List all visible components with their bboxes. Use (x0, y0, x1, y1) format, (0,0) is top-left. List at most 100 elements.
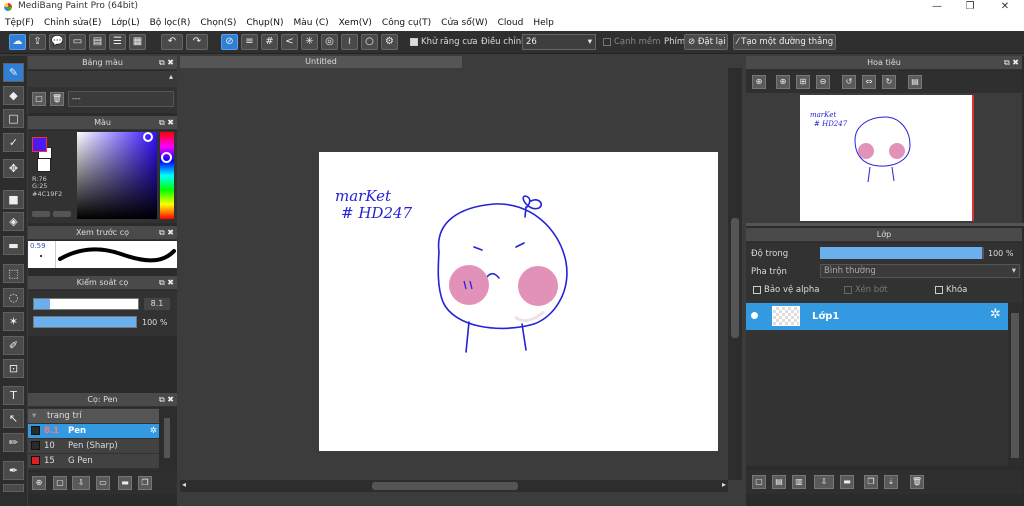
snap-perspective-icon[interactable]: < (281, 34, 298, 50)
drawing-canvas[interactable]: marKet # HD247 (319, 152, 718, 451)
reset-button[interactable]: ⊘ Đặt lại (684, 34, 728, 50)
panel-controls-icon[interactable]: ⧉ ✖ (159, 56, 174, 70)
protect-alpha-checkbox[interactable] (753, 285, 761, 294)
comment-icon[interactable]: ▭ (69, 34, 86, 50)
brush-edit-icon[interactable]: ▭ (96, 476, 110, 490)
menu-capture[interactable]: Chụp(N) (241, 18, 288, 28)
panel-controls-icon[interactable]: ⧉ ✖ (159, 393, 174, 407)
color-mode-button[interactable] (32, 211, 50, 217)
duplicate-layer-icon[interactable]: ❐ (864, 475, 878, 489)
add-brush-icon[interactable]: ⊕ (32, 476, 46, 490)
snap-grid-icon[interactable]: # (261, 34, 278, 50)
scroll-left-icon[interactable]: ◂ (182, 480, 186, 489)
rotate-left-icon[interactable]: ↺ (842, 75, 856, 89)
reset-view-icon[interactable]: ▤ (908, 75, 922, 89)
menu-cloud[interactable]: Cloud (493, 18, 529, 28)
delete-palette-icon[interactable]: 🗑 (50, 92, 64, 106)
visibility-icon[interactable] (751, 312, 758, 319)
zoom-in-icon[interactable]: ⊕ (752, 75, 766, 89)
snap-ellipse-icon[interactable]: ○ (361, 34, 378, 50)
brush-opacity-slider[interactable] (33, 316, 137, 328)
grid-icon[interactable]: ▦ (129, 34, 146, 50)
snap-curve-icon[interactable]: ≀ (341, 34, 358, 50)
color-swap-button[interactable] (53, 211, 71, 217)
menu-tools[interactable]: Công cụ(T) (377, 18, 436, 28)
chat-icon[interactable]: 💬 (49, 34, 66, 50)
vertical-scrollbar[interactable] (728, 68, 742, 480)
brush-tool-icon[interactable]: ✎ (3, 63, 24, 82)
operation-tool-icon[interactable]: ↖ (3, 409, 24, 428)
zoom-plus-icon[interactable]: ⊕ (776, 75, 790, 89)
layer-row[interactable]: Lớp1 ✲ (746, 303, 1008, 330)
menu-layer[interactable]: Lớp(L) (106, 18, 144, 28)
flip-icon[interactable]: ⇔ (862, 75, 876, 89)
vertical-scroll-thumb[interactable] (731, 218, 739, 338)
minimize-icon[interactable]: — (922, 0, 952, 14)
page-icon[interactable]: ▤ (89, 34, 106, 50)
move-tool-icon[interactable]: ✥ (3, 159, 24, 178)
fill-tool-icon[interactable]: ◈ (3, 212, 24, 231)
panel-controls-icon[interactable]: ⧉ ✖ (159, 116, 174, 130)
layer-folder-icon[interactable]: ▬ (840, 475, 854, 489)
new-palette-icon[interactable]: ▢ (32, 92, 46, 106)
select-brush-icon[interactable]: ✓ (3, 133, 24, 152)
selection-rect-icon[interactable]: ⬚ (3, 264, 24, 283)
menu-view[interactable]: Xem(V) (334, 18, 377, 28)
menu-select[interactable]: Chọn(S) (195, 18, 241, 28)
new-halftone-layer-icon[interactable]: ▤ (772, 475, 786, 489)
layer-list-scrollbar[interactable] (1008, 303, 1022, 466)
sv-picker-handle[interactable] (143, 132, 153, 142)
menu-help[interactable]: Help (528, 18, 559, 28)
brush-folder-icon[interactable]: ▬ (118, 476, 132, 490)
eraser-tool-icon[interactable]: ◆ (3, 86, 24, 105)
cloud-icon[interactable]: ☁ (9, 34, 26, 50)
brush-copy-icon[interactable]: ❐ (138, 476, 152, 490)
snap-parallel-icon[interactable]: ≡ (241, 34, 258, 50)
primary-color-swatch[interactable] (32, 137, 47, 152)
transparent-swatch[interactable] (37, 158, 51, 172)
gear-icon[interactable]: ✲ (150, 424, 157, 438)
gear-icon[interactable]: ✲ (990, 307, 1001, 322)
menu-filter[interactable]: Bộ lọc(R) (145, 18, 196, 28)
horizontal-scrollbar[interactable]: ◂ ▸ (180, 480, 728, 492)
hue-slider[interactable] (160, 132, 174, 219)
document-tab[interactable]: Untitled (180, 56, 462, 68)
brush-list-scrollbar[interactable] (161, 408, 175, 472)
settings-gear-icon[interactable]: ⚙ (381, 34, 398, 50)
saturation-value-square[interactable] (77, 132, 157, 219)
fit-window-icon[interactable]: ⊞ (796, 75, 810, 89)
delete-layer-icon[interactable]: 🗑 (910, 475, 924, 489)
menu-file[interactable]: Tệp(F) (0, 18, 39, 28)
list-icon[interactable]: ☰ (109, 34, 126, 50)
panel-controls-icon[interactable]: ⧉ ✖ (159, 276, 174, 290)
blend-mode-dropdown[interactable]: Bình thường ▾ (820, 264, 1020, 278)
edge-checkbox[interactable] (603, 37, 611, 46)
menu-window[interactable]: Cửa sổ(W) (436, 18, 492, 28)
dot-tool-icon[interactable]: □ (3, 109, 24, 128)
new-brush-icon[interactable]: ▢ (53, 476, 67, 490)
merge-layer-icon[interactable]: ⇣ (884, 475, 898, 489)
share-icon[interactable]: ⇪ (29, 34, 46, 50)
undo-icon[interactable]: ↶ (161, 34, 183, 50)
brush-item[interactable]: 8.1 Pen ✲ (28, 424, 159, 438)
eyedropper-icon[interactable]: ✒ (3, 461, 24, 480)
select-pen-icon[interactable]: ✐ (3, 336, 24, 355)
rotate-right-icon[interactable]: ↻ (882, 75, 896, 89)
redo-icon[interactable]: ↷ (186, 34, 208, 50)
make-line-button[interactable]: ⁄ Tạo một đường thẳng (733, 34, 836, 50)
snap-circle-icon[interactable]: ◎ (321, 34, 338, 50)
scroll-right-icon[interactable]: ▸ (722, 480, 726, 489)
text-tool-icon[interactable]: T (3, 386, 24, 405)
lasso-tool-icon[interactable]: ◌ (3, 288, 24, 307)
panel-controls-icon[interactable]: ⧉ ✖ (1004, 56, 1019, 70)
magic-wand-icon[interactable]: ✶ (3, 312, 24, 331)
antialias-checkbox[interactable] (410, 37, 418, 46)
menu-color[interactable]: Màu (C) (289, 18, 334, 28)
adjust-dropdown[interactable]: 26 ▾ (522, 34, 596, 50)
rectangle-tool-icon[interactable]: ■ (3, 190, 24, 209)
layer-opacity-slider[interactable] (820, 247, 984, 259)
gradient-tool-icon[interactable]: ▬ (3, 236, 24, 255)
close-icon[interactable]: ✕ (990, 0, 1020, 14)
panel-controls-icon[interactable]: ⧉ ✖ (159, 226, 174, 240)
snap-radial-icon[interactable]: ✳ (301, 34, 318, 50)
